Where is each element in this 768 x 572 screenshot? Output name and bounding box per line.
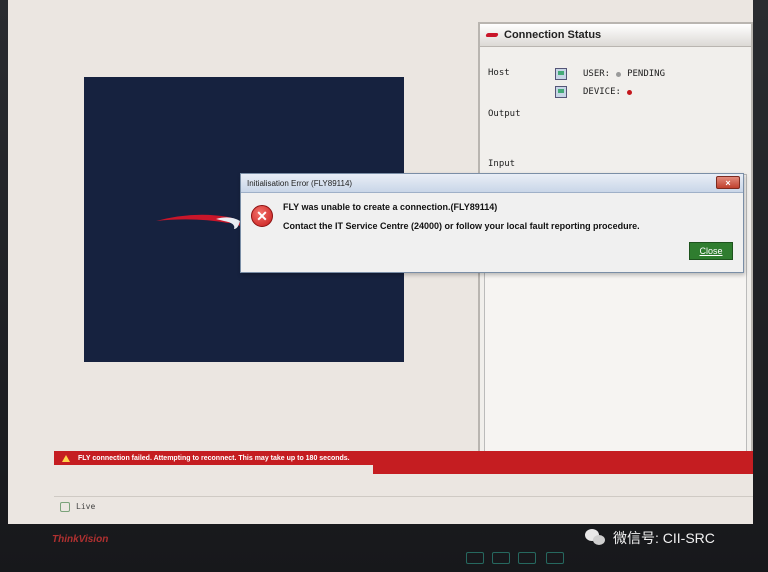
output-label: Output xyxy=(488,109,521,119)
dialog-title: Initialisation Error (FLY89114) xyxy=(247,178,353,188)
live-status-icon xyxy=(60,501,70,512)
user-status-row: USER: PENDING xyxy=(555,68,665,80)
status-bar: Live xyxy=(54,496,753,516)
watermark-text: 微信号: CII-SRC xyxy=(613,530,715,546)
monitor-button-icon[interactable] xyxy=(546,552,564,564)
watermark: 微信号: CII-SRC xyxy=(585,528,715,548)
user-status-value: PENDING xyxy=(627,69,666,79)
screen: Connection Status Host USER: PENDING DEV… xyxy=(8,0,753,524)
device-status-dot-icon xyxy=(626,89,632,95)
user-label: USER: xyxy=(583,69,611,79)
monitor-brand-logo: ThinkVision xyxy=(52,534,109,545)
dialog-close-x-button[interactable]: × xyxy=(716,176,740,189)
error-message-primary: FLY was unable to create a connection.(F… xyxy=(283,202,498,212)
error-x-icon: ✕ xyxy=(251,205,273,227)
warning-icon xyxy=(62,454,70,462)
monitor-button-icon[interactable] xyxy=(518,552,536,564)
dialog-titlebar[interactable]: Initialisation Error (FLY89114) × xyxy=(241,174,743,193)
connection-status-title: Connection Status xyxy=(504,29,602,41)
banner-extension xyxy=(373,462,753,474)
device-status-row: DEVICE: xyxy=(555,86,638,98)
monitor-bezel: Connection Status Host USER: PENDING DEV… xyxy=(0,0,768,572)
host-label: Host xyxy=(488,68,510,78)
close-button-label: Close xyxy=(699,246,723,256)
initialisation-error-dialog[interactable]: Initialisation Error (FLY89114) × ✕ FLY … xyxy=(240,173,744,273)
wechat-icon xyxy=(585,529,607,547)
connection-failed-text: FLY connection failed. Attempting to rec… xyxy=(78,454,350,462)
speedmarque-logo-icon xyxy=(156,214,242,229)
user-status-dot-icon xyxy=(616,71,622,77)
device-label: DEVICE: xyxy=(583,87,621,97)
input-label: Input xyxy=(488,159,516,169)
network-computer-icon xyxy=(555,86,567,98)
brand-mark-icon xyxy=(485,33,499,37)
error-message-secondary: Contact the IT Service Centre (24000) or… xyxy=(283,221,640,231)
monitor-button-icon[interactable] xyxy=(492,552,510,564)
monitor-button-icon[interactable] xyxy=(466,552,484,564)
connection-status-titlebar[interactable]: Connection Status xyxy=(480,24,751,47)
network-computer-icon xyxy=(555,68,567,80)
close-button[interactable]: Close xyxy=(689,242,733,260)
live-label: Live xyxy=(76,502,96,511)
